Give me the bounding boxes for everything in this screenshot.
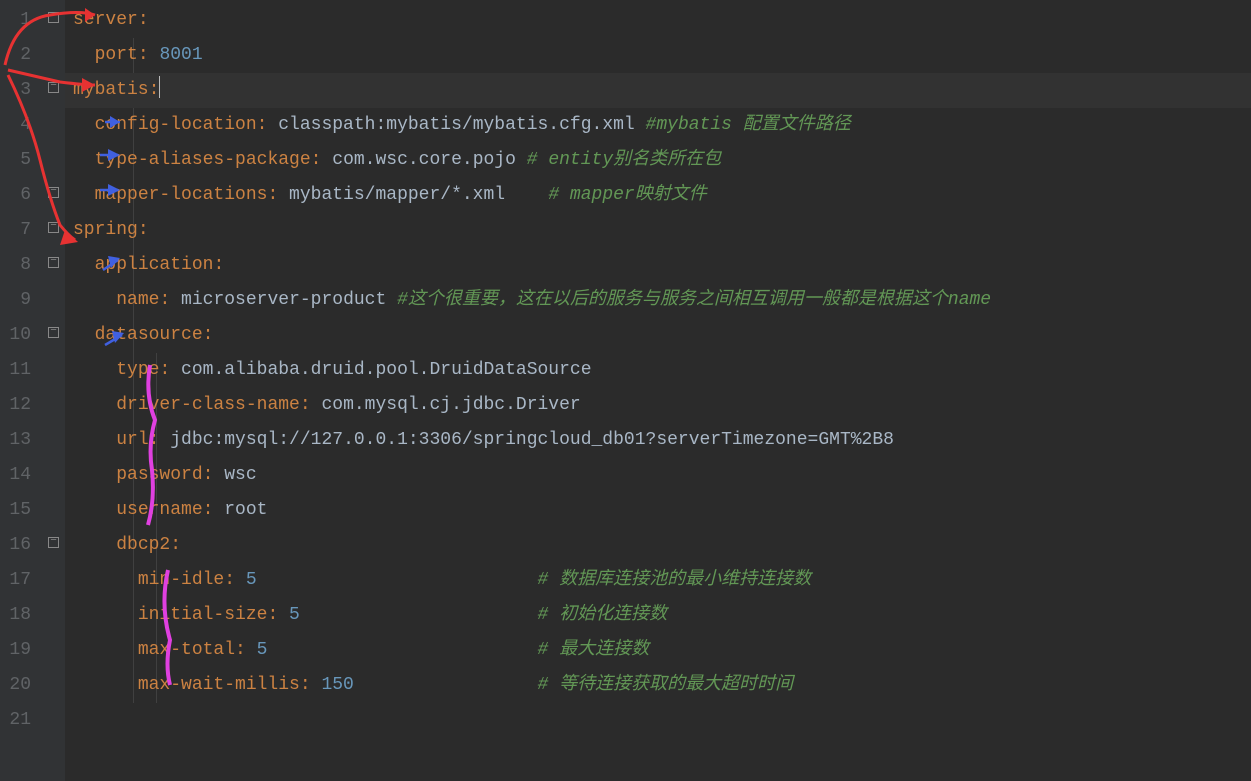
yaml-key: spring [73, 220, 138, 240]
code-line[interactable] [65, 703, 1251, 738]
yaml-value: mybatis/mapper/*.xml [289, 185, 505, 205]
fold-marker-icon[interactable] [48, 82, 59, 93]
code-line[interactable]: config-location: classpath:mybatis/mybat… [65, 108, 1251, 143]
yaml-value: com.wsc.core.pojo [332, 150, 516, 170]
yaml-key: config-location [95, 115, 257, 135]
yaml-value: 5 [246, 570, 257, 590]
line-number: 16 [0, 528, 31, 563]
yaml-comment: #mybatis 配置文件路径 [646, 115, 851, 135]
line-number-gutter: 1 2 3 4 5 6 7 8 9 10 11 12 13 14 15 16 1… [0, 0, 45, 781]
yaml-key: initial-size [138, 605, 268, 625]
line-number: 5 [0, 143, 31, 178]
code-line[interactable]: type: com.alibaba.druid.pool.DruidDataSo… [65, 353, 1251, 388]
line-number: 1 [0, 3, 31, 38]
fold-column [45, 0, 65, 781]
code-line-current[interactable]: mybatis: [65, 73, 1251, 108]
yaml-value: microserver-product [181, 290, 386, 310]
yaml-comment: # 初始化连接数 [538, 605, 668, 625]
yaml-key: type-aliases-package [95, 150, 311, 170]
yaml-value: wsc [224, 465, 256, 485]
line-number: 14 [0, 458, 31, 493]
line-number: 3 [0, 73, 31, 108]
line-number: 20 [0, 668, 31, 703]
yaml-comment: # 最大连接数 [538, 640, 650, 660]
line-number: 11 [0, 353, 31, 388]
code-line[interactable]: spring: [65, 213, 1251, 248]
code-line[interactable]: datasource: [65, 318, 1251, 353]
fold-marker-icon[interactable] [48, 537, 59, 548]
yaml-value: 150 [321, 675, 353, 695]
code-line[interactable]: url: jdbc:mysql://127.0.0.1:3306/springc… [65, 423, 1251, 458]
code-line[interactable]: max-total: 5 # 最大连接数 [65, 633, 1251, 668]
line-number: 12 [0, 388, 31, 423]
line-number: 10 [0, 318, 31, 353]
code-line[interactable]: type-aliases-package: com.wsc.core.pojo … [65, 143, 1251, 178]
yaml-key: port [95, 45, 138, 65]
code-line[interactable]: max-wait-millis: 150 # 等待连接获取的最大超时时间 [65, 668, 1251, 703]
text-cursor-icon [159, 76, 160, 98]
yaml-comment: #这个很重要，这在以后的服务与服务之间相互调用一般都是根据这个name [397, 290, 991, 310]
yaml-key: password [116, 465, 202, 485]
fold-marker-icon[interactable] [48, 327, 59, 338]
line-number: 17 [0, 563, 31, 598]
line-number: 2 [0, 38, 31, 73]
yaml-value: com.alibaba.druid.pool.DruidDataSource [181, 360, 591, 380]
yaml-key: name [116, 290, 159, 310]
yaml-key: mapper-locations [95, 185, 268, 205]
code-area[interactable]: server: port: 8001 mybatis: config-locat… [65, 0, 1251, 781]
yaml-comment: # 等待连接获取的最大超时时间 [538, 675, 794, 695]
yaml-comment: # mapper映射文件 [548, 185, 706, 205]
line-number: 18 [0, 598, 31, 633]
yaml-key: max-total [138, 640, 235, 660]
line-number: 15 [0, 493, 31, 528]
yaml-value: 5 [257, 640, 268, 660]
line-number: 9 [0, 283, 31, 318]
code-line[interactable]: password: wsc [65, 458, 1251, 493]
yaml-key: application [95, 255, 214, 275]
yaml-value: root [224, 500, 267, 520]
yaml-value: 5 [289, 605, 300, 625]
yaml-key: username [116, 500, 202, 520]
line-number: 13 [0, 423, 31, 458]
code-line[interactable]: server: [65, 3, 1251, 38]
fold-marker-icon[interactable] [48, 257, 59, 268]
code-line[interactable]: mapper-locations: mybatis/mapper/*.xml #… [65, 178, 1251, 213]
yaml-key: server [73, 10, 138, 30]
code-line[interactable]: application: [65, 248, 1251, 283]
fold-marker-icon[interactable] [48, 12, 59, 23]
fold-marker-icon[interactable] [48, 222, 59, 233]
yaml-key: url [116, 430, 148, 450]
yaml-value: jdbc:mysql://127.0.0.1:3306/springcloud_… [170, 430, 894, 450]
code-editor[interactable]: 1 2 3 4 5 6 7 8 9 10 11 12 13 14 15 16 1… [0, 0, 1251, 781]
code-line[interactable]: name: microserver-product #这个很重要，这在以后的服务… [65, 283, 1251, 318]
code-line[interactable]: port: 8001 [65, 38, 1251, 73]
fold-marker-icon[interactable] [48, 187, 59, 198]
yaml-comment: # 数据库连接池的最小维持连接数 [538, 570, 812, 590]
code-line[interactable]: dbcp2: [65, 528, 1251, 563]
yaml-key: min-idle [138, 570, 224, 590]
code-line[interactable]: min-idle: 5 # 数据库连接池的最小维持连接数 [65, 563, 1251, 598]
yaml-key: dbcp2 [116, 535, 170, 555]
yaml-key: type [116, 360, 159, 380]
line-number: 6 [0, 178, 31, 213]
yaml-value: 8001 [159, 45, 202, 65]
code-line[interactable]: driver-class-name: com.mysql.cj.jdbc.Dri… [65, 388, 1251, 423]
code-line[interactable]: username: root [65, 493, 1251, 528]
line-number: 7 [0, 213, 31, 248]
yaml-value: com.mysql.cj.jdbc.Driver [321, 395, 580, 415]
yaml-key: max-wait-millis [138, 675, 300, 695]
line-number: 8 [0, 248, 31, 283]
yaml-key: driver-class-name [116, 395, 300, 415]
code-line[interactable]: initial-size: 5 # 初始化连接数 [65, 598, 1251, 633]
yaml-comment: # entity别名类所在包 [527, 150, 721, 170]
yaml-value: mybatis/mybatis.cfg.xml [386, 115, 634, 135]
yaml-key: datasource [95, 325, 203, 345]
line-number: 4 [0, 108, 31, 143]
line-number: 21 [0, 703, 31, 738]
yaml-value: classpath [278, 115, 375, 135]
yaml-key: mybatis [73, 80, 149, 100]
line-number: 19 [0, 633, 31, 668]
